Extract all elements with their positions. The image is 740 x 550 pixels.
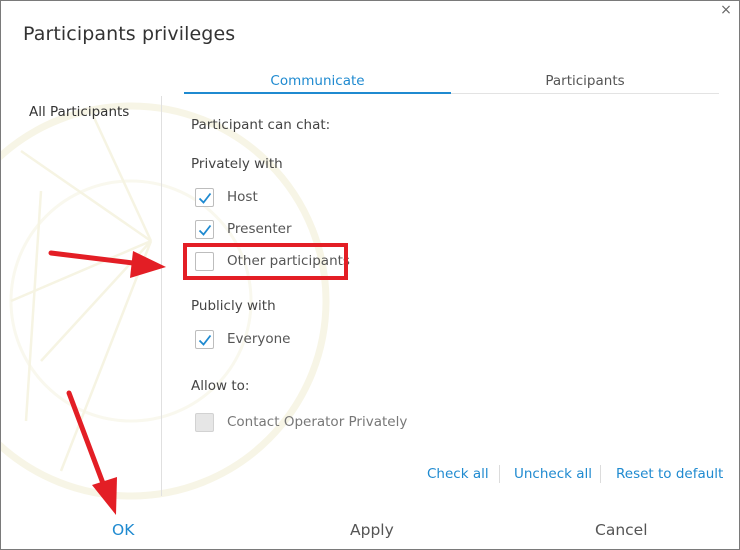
arrow-icon [66,390,117,515]
close-icon[interactable]: × [717,1,735,19]
tab-communicate[interactable]: Communicate [184,71,451,94]
sidebar-item-all-participants[interactable]: All Participants [29,104,129,120]
contact-operator-label: Contact Operator Privately [227,414,408,430]
tab-bar: Communicate Participants [184,71,719,94]
chat-heading: Participant can chat: [191,117,331,133]
checkmark-icon [198,224,212,236]
host-label: Host [227,189,258,205]
host-checkbox-row[interactable]: Host [195,187,258,207]
publicly-with-label: Publicly with [191,298,276,314]
check-all-link[interactable]: Check all [427,466,489,482]
allow-to-label: Allow to: [191,378,250,394]
everyone-label: Everyone [227,331,291,347]
host-checkbox[interactable] [195,187,214,207]
annotation-highlight-box [183,243,348,280]
presenter-checkbox-row[interactable]: Presenter [195,219,292,239]
apply-button[interactable]: Apply [350,521,394,539]
ok-button[interactable]: OK [112,521,134,539]
checkmark-icon [198,192,212,204]
dialog-title: Participants privileges [23,23,236,45]
everyone-checkbox-row[interactable]: Everyone [195,329,291,349]
arrow-icon [48,250,166,278]
reset-to-default-link[interactable]: Reset to default [616,466,723,482]
contact-operator-checkbox-row[interactable]: Contact Operator Privately [195,412,407,432]
presenter-label: Presenter [227,221,292,237]
link-separator [600,465,601,483]
cancel-button[interactable]: Cancel [595,521,648,539]
presenter-checkbox[interactable] [195,219,214,239]
participants-privileges-dialog: Participants privileges × Communicate Pa… [0,0,740,550]
link-separator [499,465,500,483]
privately-with-label: Privately with [191,156,283,172]
checkmark-icon [198,334,212,346]
uncheck-all-link[interactable]: Uncheck all [514,466,592,482]
sidebar-divider [161,96,162,496]
contact-operator-checkbox[interactable] [195,412,214,432]
everyone-checkbox[interactable] [195,329,214,349]
tab-participants[interactable]: Participants [451,71,719,94]
